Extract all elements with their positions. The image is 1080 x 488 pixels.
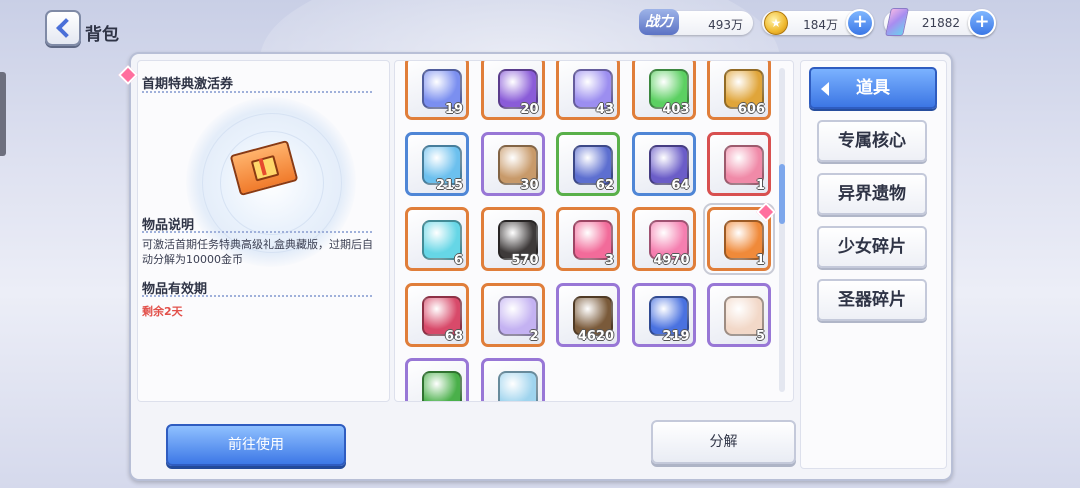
item-slot[interactable]: 3 <box>556 207 620 271</box>
page-title: 背包 <box>85 25 119 45</box>
item-slot[interactable]: 4620 <box>556 282 620 347</box>
item-count: 64 <box>671 177 690 193</box>
category-tabs: 道具 专属核心 异界遗物 少女碎片 圣器碎片 <box>800 60 947 469</box>
tab-holy-artifact-shards[interactable]: 圣器碎片 <box>817 279 927 321</box>
tab-label: 圣器碎片 <box>838 290 906 310</box>
item-slot[interactable]: 6 <box>405 207 469 271</box>
coins-value: 184万 <box>803 18 838 32</box>
scroll-thumb[interactable] <box>779 164 785 224</box>
description-text: 可激活首期任务特典高级礼盒典藏版，过期后自动分解为10000金币 <box>142 238 373 266</box>
tab-label: 道具 <box>856 78 890 98</box>
item-slot[interactable]: 2 <box>480 282 545 347</box>
divider <box>142 231 372 233</box>
chevron-left-icon <box>55 18 76 38</box>
tab-label: 异界遗物 <box>838 184 906 204</box>
item-slot[interactable]: 215 <box>405 131 469 196</box>
clover-icon <box>422 371 462 401</box>
item-slot[interactable]: 68 <box>405 282 469 347</box>
divider <box>142 295 372 297</box>
power-display: 战力 493万 <box>639 9 753 35</box>
item-count: 606 <box>737 102 765 117</box>
remaining-time: 剩余2天 <box>142 305 183 318</box>
item-slot[interactable]: 570 <box>480 207 545 271</box>
item-count: 4620 <box>577 328 614 344</box>
item-grid[interactable]: 19 20 43 403 606 215 30 62 64 1 6 570 3 4970 1 68 2 4620 2… <box>394 60 794 402</box>
item-count: 19 <box>444 102 463 117</box>
item-count: 1 <box>755 177 765 193</box>
gold-coin-icon: ★ <box>764 11 788 35</box>
item-count: 570 <box>511 253 539 268</box>
scrollbar[interactable] <box>779 68 785 392</box>
item-slot[interactable]: 403 <box>631 61 696 120</box>
new-badge <box>756 202 776 222</box>
item-name: 首期特典激活券 <box>142 77 234 92</box>
item-slot[interactable]: 1 <box>703 202 776 275</box>
tab-label: 少女碎片 <box>838 237 906 257</box>
tab-items[interactable]: 道具 <box>809 67 937 109</box>
item-slot[interactable]: 219 <box>631 282 696 347</box>
arrow-left-icon <box>821 82 829 96</box>
add-gems-button[interactable]: + <box>968 9 996 37</box>
item-count: 403 <box>662 102 690 117</box>
item-slot[interactable]: 1 <box>707 131 771 196</box>
tab-girl-shards[interactable]: 少女碎片 <box>817 226 927 268</box>
coins-display: ★ 184万 + <box>762 9 874 37</box>
side-handle[interactable] <box>0 72 6 156</box>
decompose-button[interactable]: 分解 <box>651 420 796 464</box>
item-count: 1 <box>755 253 765 268</box>
item-slot[interactable]: 5 <box>707 282 771 347</box>
gems-display: 21882 + <box>884 8 996 37</box>
gems-value: 21882 <box>921 16 960 30</box>
item-count: 30 <box>520 177 539 193</box>
item-slot[interactable]: 20 <box>480 61 545 120</box>
item-count: 2 <box>529 328 539 344</box>
item-slot[interactable]: 4970 <box>631 207 696 271</box>
item-count: 62 <box>595 177 614 193</box>
item-count: 3 <box>604 253 614 268</box>
item-count: 43 <box>595 102 614 117</box>
item-slot[interactable]: 30 <box>480 131 545 196</box>
item-slot[interactable]: 19 <box>405 61 469 120</box>
add-coins-button[interactable]: + <box>846 9 874 37</box>
crystal-gem-icon <box>885 8 909 36</box>
ice-shard-icon <box>497 371 538 401</box>
power-label: 战力 <box>639 9 679 35</box>
back-button[interactable] <box>45 10 81 46</box>
item-slot[interactable]: 62 <box>556 131 620 196</box>
item-count: 4970 <box>653 253 690 268</box>
item-slot[interactable] <box>480 358 545 401</box>
item-count: 20 <box>520 102 539 117</box>
divider <box>142 91 372 93</box>
item-count: 219 <box>662 328 690 344</box>
item-count: 68 <box>444 328 463 344</box>
item-count: 215 <box>435 177 463 193</box>
tab-otherworld-relics[interactable]: 异界遗物 <box>817 173 927 215</box>
item-slot[interactable] <box>405 358 469 401</box>
item-detail-panel: 首期特典激活券 物品说明 可激活首期任务特典高级礼盒典藏版，过期后自动分解为10… <box>137 60 390 402</box>
item-slot[interactable]: 43 <box>556 61 620 120</box>
tab-exclusive-core[interactable]: 专属核心 <box>817 120 927 162</box>
tab-label: 专属核心 <box>838 131 906 151</box>
item-count: 5 <box>755 328 765 344</box>
item-slot[interactable]: 64 <box>631 131 696 196</box>
ticket-icon <box>724 220 764 260</box>
item-count: 6 <box>453 253 463 268</box>
go-use-button[interactable]: 前往使用 <box>166 424 346 466</box>
item-slot[interactable]: 606 <box>707 61 771 120</box>
power-value: 493万 <box>708 18 743 32</box>
